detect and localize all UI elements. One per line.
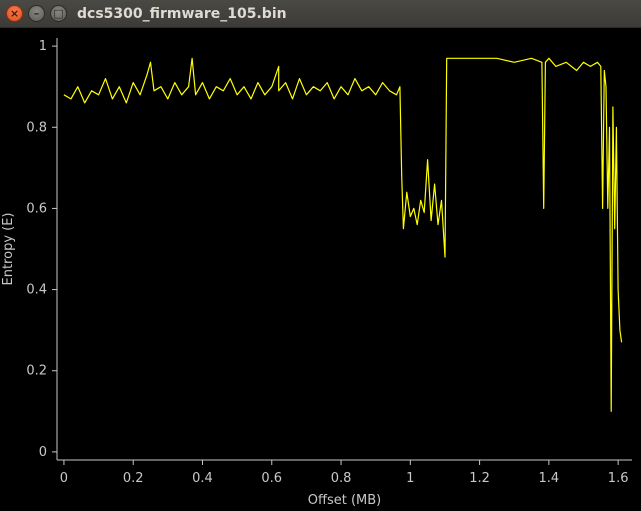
y-tick-label: 0 [39, 445, 47, 460]
maximize-button[interactable]: □ [50, 5, 67, 22]
app-window: × – □ dcs5300_firmware_105.bin 0 0.2 0.4 0.… [0, 0, 641, 511]
x-tick-label: 0 [60, 471, 68, 486]
y-axis-label: Entropy (E) [1, 213, 16, 286]
x-tick-label: 1.2 [469, 471, 490, 486]
entropy-series-line [63, 57, 623, 412]
y-tick-label: 0.2 [26, 364, 47, 379]
x-axis-label: Offset (MB) [308, 493, 381, 508]
x-tick-label: 0.8 [331, 471, 352, 486]
x-tick-label: 0.6 [261, 471, 282, 486]
x-tick-label: 0.2 [123, 471, 144, 486]
minimize-button[interactable]: – [28, 5, 45, 22]
title-bar: × – □ dcs5300_firmware_105.bin [0, 0, 641, 28]
y-tick-label: 0.8 [26, 120, 47, 135]
close-button[interactable]: × [6, 5, 23, 22]
x-tick-label: 1.6 [608, 471, 629, 486]
entropy-plot: 0 0.2 0.4 0.6 0.8 1 0 0.2 0.4 0.6 0.8 1 1.2 1.4 1.6 Of… [1, 38, 632, 508]
x-tick-label: 1.4 [539, 471, 560, 486]
axes [56, 38, 632, 461]
window-title: dcs5300_firmware_105.bin [77, 5, 287, 22]
y-tick-label: 1 [39, 39, 47, 54]
x-tick-label: 0.4 [192, 471, 213, 486]
y-tick-label: 0.4 [26, 283, 47, 298]
series-group [63, 57, 623, 412]
y-tick-label: 0.6 [26, 201, 47, 216]
x-tick-label: 1 [406, 471, 414, 486]
ticks: 0 0.2 0.4 0.6 0.8 1 0 0.2 0.4 0.6 0.8 1 1.2 1.4 1.6 [26, 39, 628, 486]
